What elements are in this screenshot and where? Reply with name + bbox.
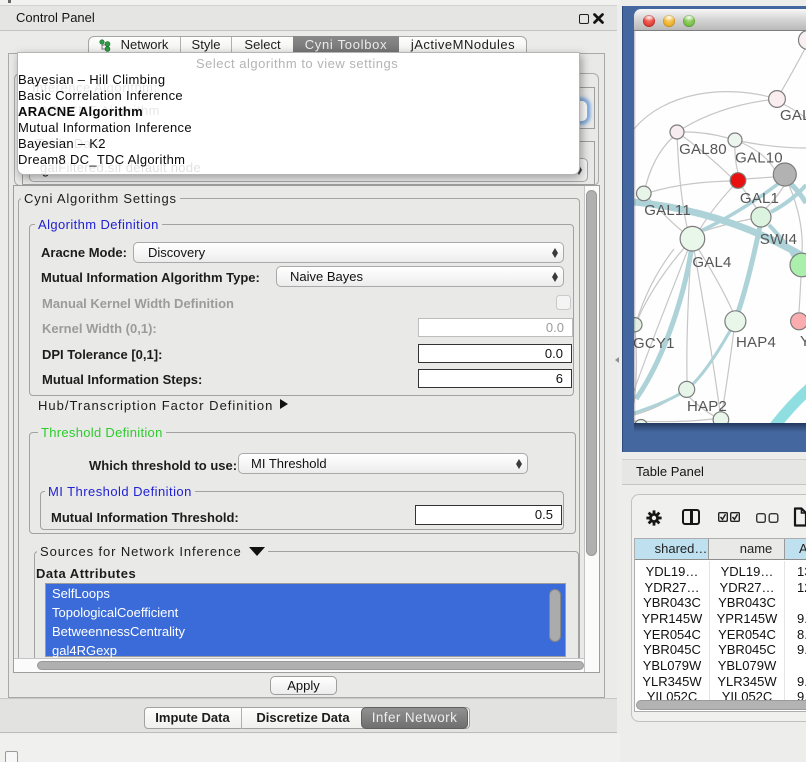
svg-text:GAL2: GAL2 — [780, 107, 806, 124]
svg-text:HAP2: HAP2 — [687, 398, 727, 415]
svg-text:GAL80: GAL80 — [679, 141, 727, 158]
svg-text:SWI4: SWI4 — [760, 231, 797, 248]
svg-text:GAL10: GAL10 — [735, 150, 783, 167]
svg-text:HAP4: HAP4 — [736, 334, 776, 351]
svg-text:GAL4: GAL4 — [692, 254, 731, 271]
svg-text:YM: YM — [800, 333, 806, 350]
svg-text:GCY1: GCY1 — [634, 335, 675, 352]
svg-text:GAL11: GAL11 — [644, 202, 691, 219]
svg-text:GAL1: GAL1 — [740, 190, 779, 207]
